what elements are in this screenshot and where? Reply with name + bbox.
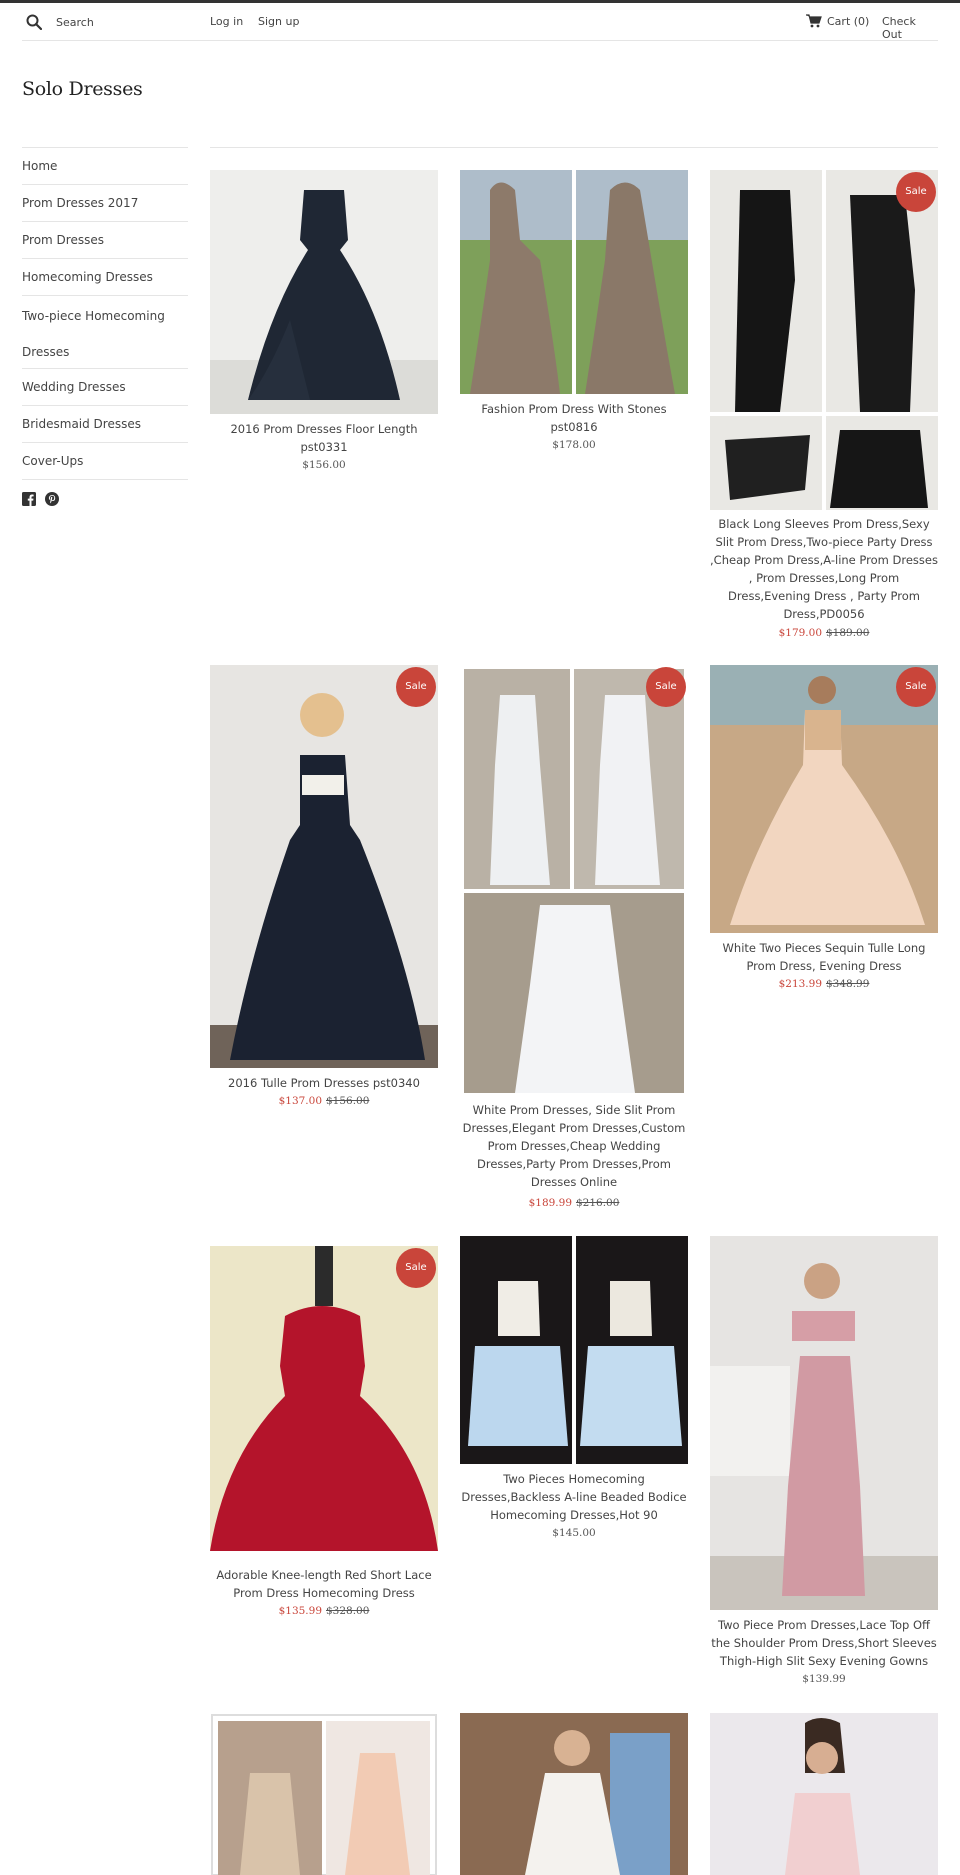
sale-badge: Sale bbox=[396, 1248, 436, 1288]
product-image[interactable] bbox=[710, 665, 938, 933]
product-price: $139.99 bbox=[802, 1673, 846, 1685]
search-icon[interactable] bbox=[26, 14, 42, 30]
product-card[interactable]: Two Piece Prom Dresses,Lace Top Off the … bbox=[710, 1236, 938, 1696]
cart-icon[interactable] bbox=[806, 14, 822, 28]
signup-link[interactable]: Sign up bbox=[258, 15, 299, 28]
sidebar-item-prom-dresses-2017[interactable]: Prom Dresses 2017 bbox=[22, 185, 188, 222]
sidebar-item-two-piece-homecoming[interactable]: Two-piece Homecoming Dresses bbox=[22, 296, 188, 369]
sidebar-item-cover-ups[interactable]: Cover-Ups bbox=[22, 443, 188, 480]
product-title[interactable]: Two Piece Prom Dresses,Lace Top Off the … bbox=[710, 1616, 938, 1670]
product-card[interactable]: 2016 Prom Dresses Floor Length pst0331 $… bbox=[210, 170, 438, 480]
social-links bbox=[22, 491, 59, 506]
product-card[interactable] bbox=[460, 1713, 688, 1875]
facebook-icon[interactable] bbox=[22, 491, 36, 506]
product-title[interactable]: Fashion Prom Dress With Stones pst0816 bbox=[460, 400, 688, 436]
sidebar-item-homecoming-dresses[interactable]: Homecoming Dresses bbox=[22, 259, 188, 296]
product-title[interactable]: Black Long Sleeves Prom Dress,Sexy Slit … bbox=[710, 515, 938, 623]
product-image[interactable] bbox=[210, 1246, 438, 1551]
product-image[interactable] bbox=[460, 1236, 688, 1464]
product-title[interactable]: Adorable Knee-length Red Short Lace Prom… bbox=[210, 1566, 438, 1602]
product-title[interactable]: White Two Pieces Sequin Tulle Long Prom … bbox=[710, 939, 938, 975]
product-image[interactable] bbox=[460, 170, 688, 394]
sidebar-item-home[interactable]: Home bbox=[22, 148, 188, 185]
site-header: Log in Sign up Cart (0) Check Out bbox=[22, 3, 938, 41]
sale-badge: Sale bbox=[646, 667, 686, 707]
product-image[interactable] bbox=[210, 665, 438, 1068]
product-title[interactable]: 2016 Tulle Prom Dresses pst0340 bbox=[210, 1074, 438, 1092]
product-card[interactable]: Fashion Prom Dress With Stones pst0816 $… bbox=[460, 170, 688, 460]
product-card[interactable]: Sale Black Long Sleeves Prom Dress,Sexy … bbox=[710, 170, 938, 645]
pinterest-icon[interactable] bbox=[45, 491, 59, 506]
product-price: $137.00 $156.00 bbox=[278, 1095, 370, 1107]
product-image[interactable] bbox=[210, 170, 438, 414]
product-card[interactable] bbox=[210, 1713, 438, 1875]
product-price: $156.00 bbox=[302, 459, 346, 471]
product-card[interactable]: Sale Adorable Knee-length Red Short Lace… bbox=[210, 1246, 438, 1626]
sale-badge: Sale bbox=[896, 667, 936, 707]
content-divider bbox=[210, 147, 938, 148]
product-card[interactable]: Sale 2016 Tulle Prom Dresses pst0340 $13… bbox=[210, 665, 438, 1115]
sidebar-item-prom-dresses[interactable]: Prom Dresses bbox=[22, 222, 188, 259]
product-card[interactable]: Sale White Two Pieces Sequin Tulle Long … bbox=[710, 665, 938, 1000]
product-card[interactable]: Sale White Prom Dresses, Side Slit Prom … bbox=[460, 665, 688, 1215]
sidebar-item-wedding-dresses[interactable]: Wedding Dresses bbox=[22, 369, 188, 406]
sidebar-item-bridesmaid-dresses[interactable]: Bridesmaid Dresses bbox=[22, 406, 188, 443]
product-card[interactable]: Two Pieces Homecoming Dresses,Backless A… bbox=[460, 1236, 688, 1546]
product-title[interactable]: White Prom Dresses, Side Slit Prom Dress… bbox=[460, 1101, 688, 1191]
product-title[interactable]: 2016 Prom Dresses Floor Length pst0331 bbox=[210, 420, 438, 456]
checkout-link[interactable]: Check Out bbox=[882, 15, 938, 41]
product-image[interactable] bbox=[710, 1713, 938, 1875]
product-price: $179.00 $189.00 bbox=[778, 627, 870, 639]
login-link[interactable]: Log in bbox=[210, 15, 243, 28]
sidebar-nav: Home Prom Dresses 2017 Prom Dresses Home… bbox=[22, 147, 188, 480]
product-image[interactable] bbox=[710, 1236, 938, 1610]
site-title[interactable]: Solo Dresses bbox=[22, 78, 143, 100]
sale-badge: Sale bbox=[396, 667, 436, 707]
product-image[interactable] bbox=[210, 1713, 438, 1875]
product-image[interactable] bbox=[710, 170, 938, 510]
product-card[interactable] bbox=[710, 1713, 938, 1875]
product-price: $135.99 $328.00 bbox=[278, 1605, 370, 1617]
product-price: $145.00 bbox=[552, 1527, 596, 1539]
product-price: $178.00 bbox=[552, 439, 596, 451]
product-title[interactable]: Two Pieces Homecoming Dresses,Backless A… bbox=[460, 1470, 688, 1524]
sale-badge: Sale bbox=[896, 172, 936, 212]
product-image[interactable] bbox=[460, 1713, 688, 1875]
product-image[interactable] bbox=[460, 665, 688, 1095]
cart-link[interactable]: Cart (0) bbox=[827, 15, 869, 28]
product-price: $189.99 $216.00 bbox=[528, 1197, 620, 1209]
product-price: $213.99 $348.99 bbox=[778, 978, 870, 990]
search-input[interactable] bbox=[56, 11, 206, 33]
